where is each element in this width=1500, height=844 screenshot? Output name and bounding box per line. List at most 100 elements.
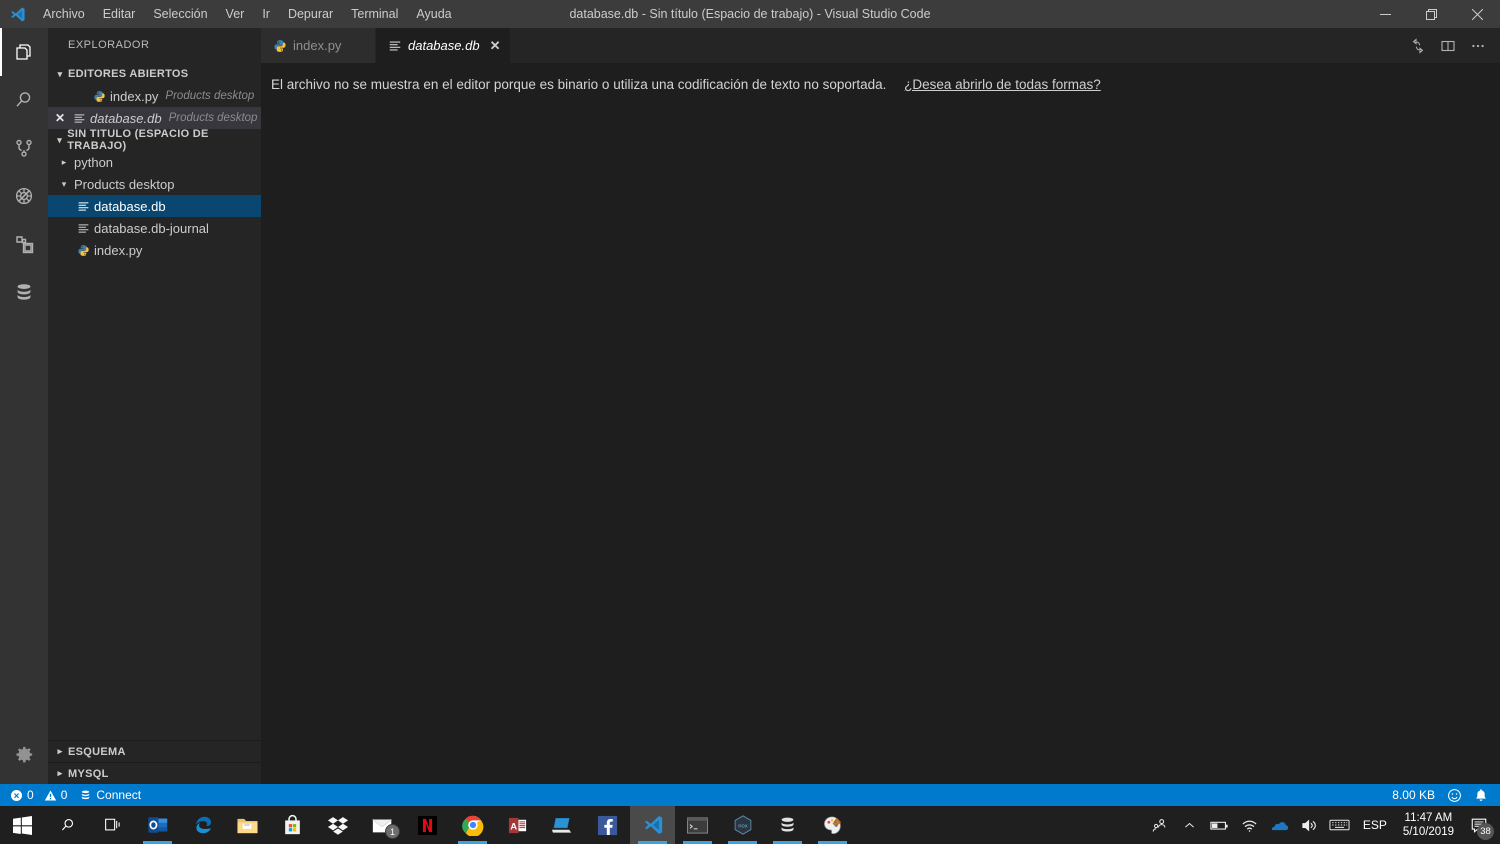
menu-depurar[interactable]: Depurar [279, 0, 342, 28]
refresh-icon[interactable] [1404, 32, 1432, 60]
status-feedback[interactable] [1441, 784, 1468, 806]
file-item-database-db-journal[interactable]: database.db-journal [48, 217, 261, 239]
python-icon [74, 244, 92, 257]
start-button[interactable] [0, 806, 45, 844]
edge-icon[interactable] [180, 806, 225, 844]
menu-ver[interactable]: Ver [217, 0, 254, 28]
db-lines-icon [74, 222, 92, 235]
status-problems[interactable]: 0 0 [4, 784, 73, 806]
menu-bar: Archivo Editar Selección Ver Ir Depurar … [34, 0, 461, 28]
section-mysql[interactable]: ▸ MYSQL [48, 762, 261, 784]
activity-source-control-icon[interactable] [0, 124, 48, 172]
editor-area: index.py database.db ✕ El archivo no se … [261, 28, 1500, 784]
tab-label: index.py [293, 38, 342, 53]
language-indicator[interactable]: ESP [1355, 818, 1395, 832]
file-name: database.db [94, 198, 166, 214]
section-open-editors[interactable]: ▾ EDITORES ABIERTOS [48, 63, 261, 85]
people-icon[interactable] [1145, 806, 1175, 844]
folder-icon[interactable] [225, 806, 270, 844]
activity-extensions-icon[interactable] [0, 220, 48, 268]
volume-icon[interactable] [1295, 806, 1325, 844]
activity-settings-gear-icon[interactable] [0, 730, 48, 778]
chevron-down-icon: ▾ [57, 134, 63, 145]
file-item-database-db[interactable]: database.db [48, 195, 261, 217]
file-item-index-py[interactable]: index.py [48, 239, 261, 261]
battery-icon[interactable] [1205, 806, 1235, 844]
menu-ayuda[interactable]: Ayuda [407, 0, 460, 28]
paint-icon[interactable] [810, 806, 855, 844]
activity-files-explorer-icon[interactable] [0, 28, 48, 76]
terminal-icon[interactable] [675, 806, 720, 844]
tab-index-py[interactable]: index.py [261, 28, 376, 63]
status-bar-right: 8.00 KB [1386, 784, 1500, 806]
menu-archivo[interactable]: Archivo [34, 0, 94, 28]
more-actions-icon[interactable] [1464, 32, 1492, 60]
menu-ir[interactable]: Ir [253, 0, 279, 28]
error-icon [10, 789, 23, 802]
task-view-icon[interactable] [90, 806, 135, 844]
section-workspace-label: SIN TÍTULO (ESPACIO DE TRABAJO) [67, 128, 209, 152]
folder-python[interactable]: ▸ python [48, 151, 261, 173]
activity-database-icon[interactable] [0, 268, 48, 316]
activity-debug-no-icon[interactable] [0, 172, 48, 220]
open-editor-description: Products desktop [165, 90, 255, 102]
split-editor-icon[interactable] [1434, 32, 1462, 60]
status-file-size[interactable]: 8.00 KB [1386, 784, 1441, 806]
sidebar-explorer: EXPLORADOR ▾ EDITORES ABIERTOS index.py … [48, 28, 261, 784]
outlook-icon[interactable] [135, 806, 180, 844]
folder-products-desktop[interactable]: ▾ Products desktop [48, 173, 261, 195]
close-button[interactable] [1454, 0, 1500, 28]
close-icon[interactable]: ✕ [50, 111, 70, 125]
keyboard-icon[interactable] [1325, 806, 1355, 844]
tab-database-db[interactable]: database.db ✕ [376, 28, 512, 63]
status-notifications[interactable] [1468, 784, 1494, 806]
chevron-right-icon: ▸ [57, 746, 63, 756]
binary-file-message: El archivo no se muestra en el editor po… [271, 77, 887, 92]
file-size-label: 8.00 KB [1392, 788, 1435, 802]
access-icon[interactable]: A [495, 806, 540, 844]
smiley-icon [1447, 788, 1462, 803]
notifications-button[interactable]: 38 [1462, 806, 1496, 844]
menu-editar[interactable]: Editar [94, 0, 145, 28]
status-bar: 0 0 Connect 8.00 KB [0, 784, 1500, 806]
chevron-up-icon[interactable] [1175, 806, 1205, 844]
wifi-icon[interactable] [1235, 806, 1265, 844]
section-mysql-label: MYSQL [68, 767, 109, 780]
restore-button[interactable] [1408, 0, 1454, 28]
clock[interactable]: 11:47 AM 5/10/2019 [1395, 811, 1462, 839]
status-connect[interactable]: Connect [73, 784, 147, 806]
store-icon[interactable] [270, 806, 315, 844]
nox-icon[interactable]: nox [720, 806, 765, 844]
remote-desktop-icon[interactable] [540, 806, 585, 844]
close-icon[interactable]: ✕ [490, 38, 501, 54]
open-anyway-link[interactable]: ¿Desea abrirlo de todas formas? [904, 77, 1101, 92]
open-editor-name: database.db [90, 110, 162, 126]
editor-actions [1404, 28, 1500, 63]
menu-terminal[interactable]: Terminal [342, 0, 407, 28]
facebook-icon[interactable] [585, 806, 630, 844]
mysql-database-icon[interactable] [765, 806, 810, 844]
chevron-right-icon: ▸ [57, 768, 63, 778]
chevron-right-icon: ▸ [61, 156, 67, 167]
open-editor-item-index-py[interactable]: index.py Products desktop [48, 85, 261, 107]
netflix-icon[interactable] [405, 806, 450, 844]
section-esquema[interactable]: ▸ ESQUEMA [48, 740, 261, 762]
clock-date: 5/10/2019 [1402, 826, 1454, 838]
connect-label: Connect [96, 788, 142, 802]
open-editor-item-database-db[interactable]: ✕ database.db Products desktop [48, 107, 261, 129]
chevron-down-icon: ▾ [61, 178, 67, 189]
taskbar-search-icon[interactable] [45, 806, 90, 844]
dropbox-icon[interactable] [315, 806, 360, 844]
sidebar-bottom-sections: ▸ ESQUEMA ▸ MYSQL [48, 740, 261, 784]
section-workspace[interactable]: ▾ SIN TÍTULO (ESPACIO DE TRABAJO) [48, 128, 261, 152]
chrome-icon[interactable] [450, 806, 495, 844]
activity-search-icon[interactable] [0, 76, 48, 124]
minimize-button[interactable] [1362, 0, 1408, 28]
vscode-icon[interactable] [630, 806, 675, 844]
svg-text:nox: nox [738, 823, 748, 829]
onedrive-icon[interactable] [1265, 806, 1295, 844]
mail-icon[interactable]: 1 [360, 806, 405, 844]
open-editor-description: Products desktop [168, 112, 258, 124]
menu-seleccion[interactable]: Selección [144, 0, 216, 28]
python-icon [273, 39, 287, 53]
